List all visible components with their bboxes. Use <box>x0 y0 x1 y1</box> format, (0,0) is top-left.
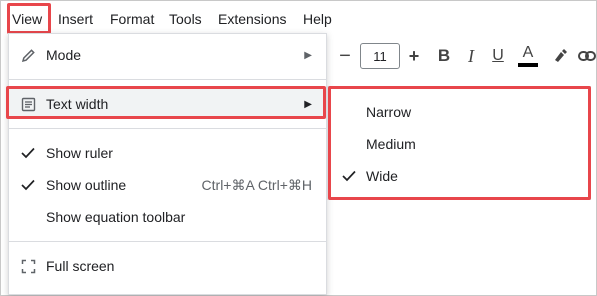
menu-tools[interactable]: Tools <box>169 10 202 28</box>
highlight-color-button[interactable] <box>549 40 571 72</box>
view-dropdown-menu: Mode ▶ Text width ▶ Show ruler Show outl… <box>8 33 327 295</box>
fullscreen-icon <box>19 257 37 275</box>
underline-button[interactable]: U <box>487 40 509 72</box>
keyboard-shortcut: Ctrl+⌘A Ctrl+⌘H <box>201 176 312 193</box>
link-icon <box>578 51 596 61</box>
menu-item-label: Show outline <box>46 177 127 193</box>
menu-insert[interactable]: Insert <box>58 10 93 28</box>
menu-item-label: Show equation toolbar <box>46 209 186 225</box>
menu-extensions[interactable]: Extensions <box>218 10 286 28</box>
menu-bar: View Insert Format Tools Extensions Help <box>0 0 597 36</box>
increase-font-size-button[interactable]: + <box>403 40 425 72</box>
menu-item-full-screen[interactable]: Full screen <box>9 251 326 281</box>
menu-divider <box>9 128 326 129</box>
insert-link-button[interactable] <box>577 40 597 72</box>
font-size-input[interactable]: 11 <box>360 43 400 69</box>
highlighter-icon <box>555 49 567 62</box>
text-width-highlight-box <box>6 86 326 119</box>
menu-divider <box>9 241 326 242</box>
bold-button[interactable]: B <box>433 40 455 72</box>
menu-item-show-outline[interactable]: Show outline Ctrl+⌘A Ctrl+⌘H <box>9 170 326 200</box>
submenu-arrow-icon: ▶ <box>304 49 312 61</box>
view-menu-highlight-box <box>7 3 51 34</box>
decrease-font-size-button[interactable]: − <box>334 40 356 72</box>
menu-item-show-equation-toolbar[interactable]: Show equation toolbar <box>9 202 326 232</box>
menu-help[interactable]: Help <box>303 10 332 28</box>
menu-item-mode[interactable]: Mode ▶ <box>9 40 326 70</box>
menu-item-label: Mode <box>46 47 82 63</box>
menu-item-label: Show ruler <box>46 145 113 161</box>
checkmark-icon <box>19 144 37 162</box>
checkmark-icon <box>19 176 37 194</box>
menu-item-label: Full screen <box>46 258 115 274</box>
submenu-highlight-box <box>328 86 591 200</box>
italic-button[interactable]: I <box>460 40 482 72</box>
text-color-swatch <box>518 63 538 67</box>
pencil-icon <box>19 46 37 64</box>
text-color-button[interactable]: A <box>515 40 541 72</box>
text-color-label: A <box>522 44 534 61</box>
menu-item-show-ruler[interactable]: Show ruler <box>9 138 326 168</box>
menu-divider <box>9 79 326 80</box>
formatting-toolbar: − 11 + B I U A <box>327 40 597 72</box>
menu-format[interactable]: Format <box>110 10 154 28</box>
